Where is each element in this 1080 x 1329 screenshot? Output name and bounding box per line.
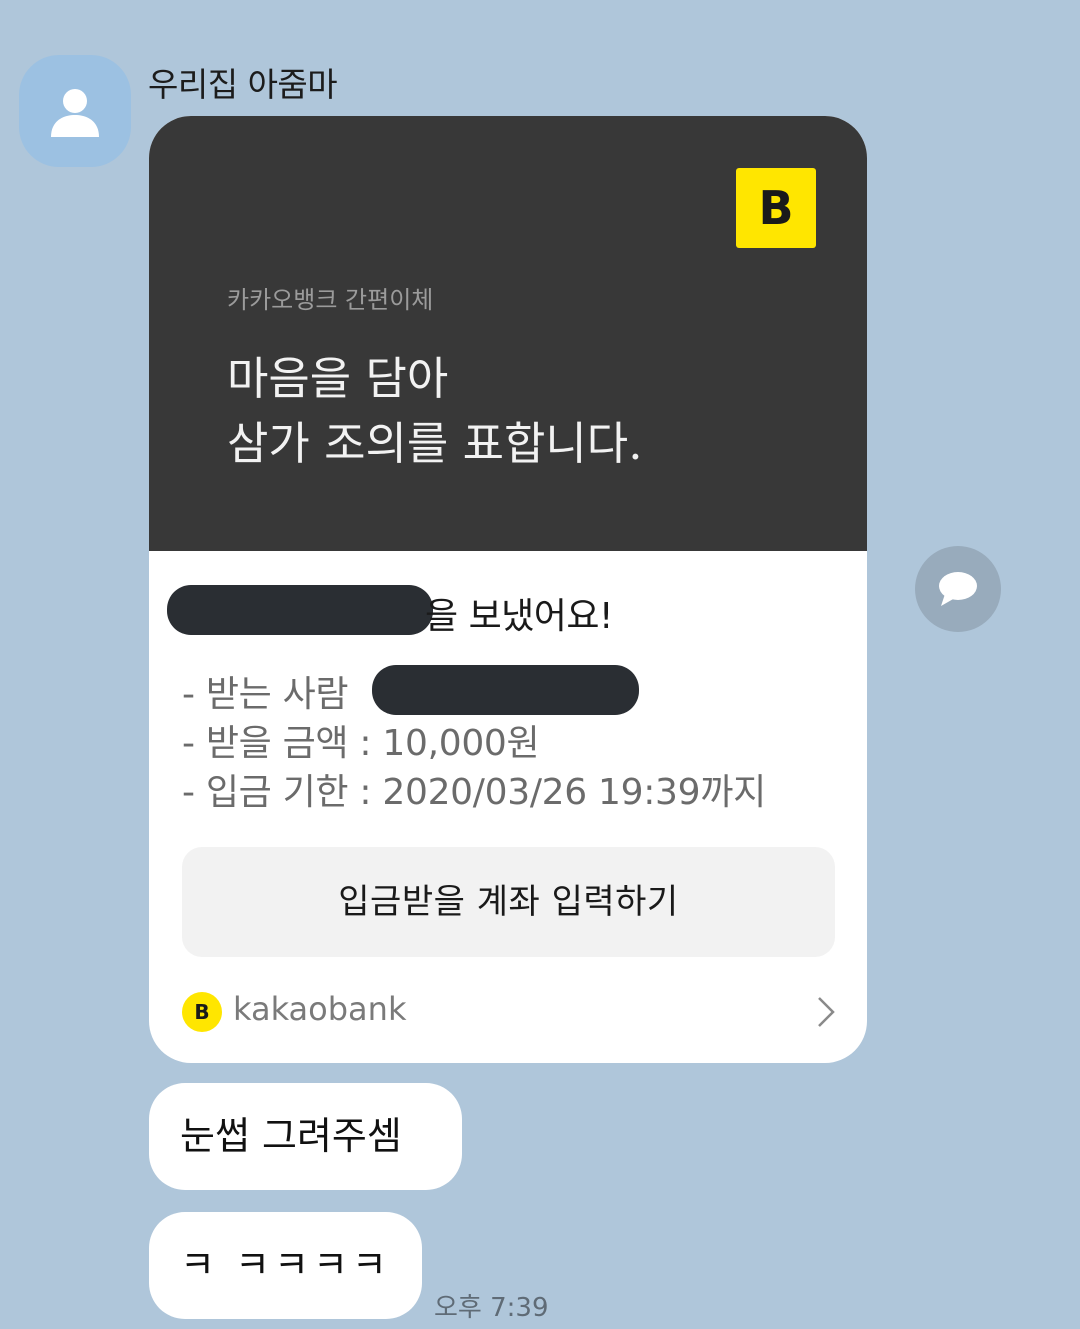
service-name: 카카오뱅크 간편이체 (227, 286, 434, 314)
headline-line-2: 삼가 조의를 표합니다. (227, 417, 643, 470)
card-footer[interactable]: B kakaobank (182, 990, 835, 1032)
condolence-headline: 마음을 담아 삼가 조의를 표합니다. (227, 346, 643, 476)
kakaobank-transfer-card[interactable]: B 카카오뱅크 간편이체 마음을 담아 삼가 조의를 표합니다. 을 보냈어요!… (149, 116, 867, 1063)
deadline-line: - 입금 기한 : 2020/03/26 19:39까지 (182, 772, 766, 813)
kakaobank-logo: B (736, 168, 816, 248)
sender-name: 우리집 아줌마 (148, 65, 338, 104)
amount-line: - 받을 금액 : 10,000원 (182, 723, 540, 764)
redacted-sender (167, 585, 433, 635)
message-bubble[interactable]: 눈썹 그려주셈 (149, 1083, 462, 1190)
person-silhouette-icon (51, 89, 99, 137)
chevron-right-icon[interactable] (817, 996, 835, 1028)
share-message-button[interactable] (915, 546, 1001, 632)
kakaobank-mini-logo: B (182, 992, 222, 1032)
sent-message: 을 보냈어요! (425, 596, 613, 637)
card-banner: B 카카오뱅크 간편이체 마음을 담아 삼가 조의를 표합니다. (149, 116, 867, 551)
speech-bubble-icon (939, 572, 977, 606)
redacted-recipient (372, 665, 639, 715)
kakaobank-logo-letter: B (758, 181, 794, 235)
message-timestamp: 오후 7:39 (434, 1293, 549, 1323)
footer-brand: kakaobank (233, 990, 407, 1028)
recipient-line: - 받는 사람 (182, 674, 349, 715)
sender-avatar[interactable] (19, 55, 131, 167)
enter-account-button[interactable]: 입금받을 계좌 입력하기 (182, 847, 835, 957)
headline-line-1: 마음을 담아 (227, 352, 449, 405)
message-bubble[interactable]: ㅋ ㅋㅋㅋㅋ (149, 1212, 422, 1319)
